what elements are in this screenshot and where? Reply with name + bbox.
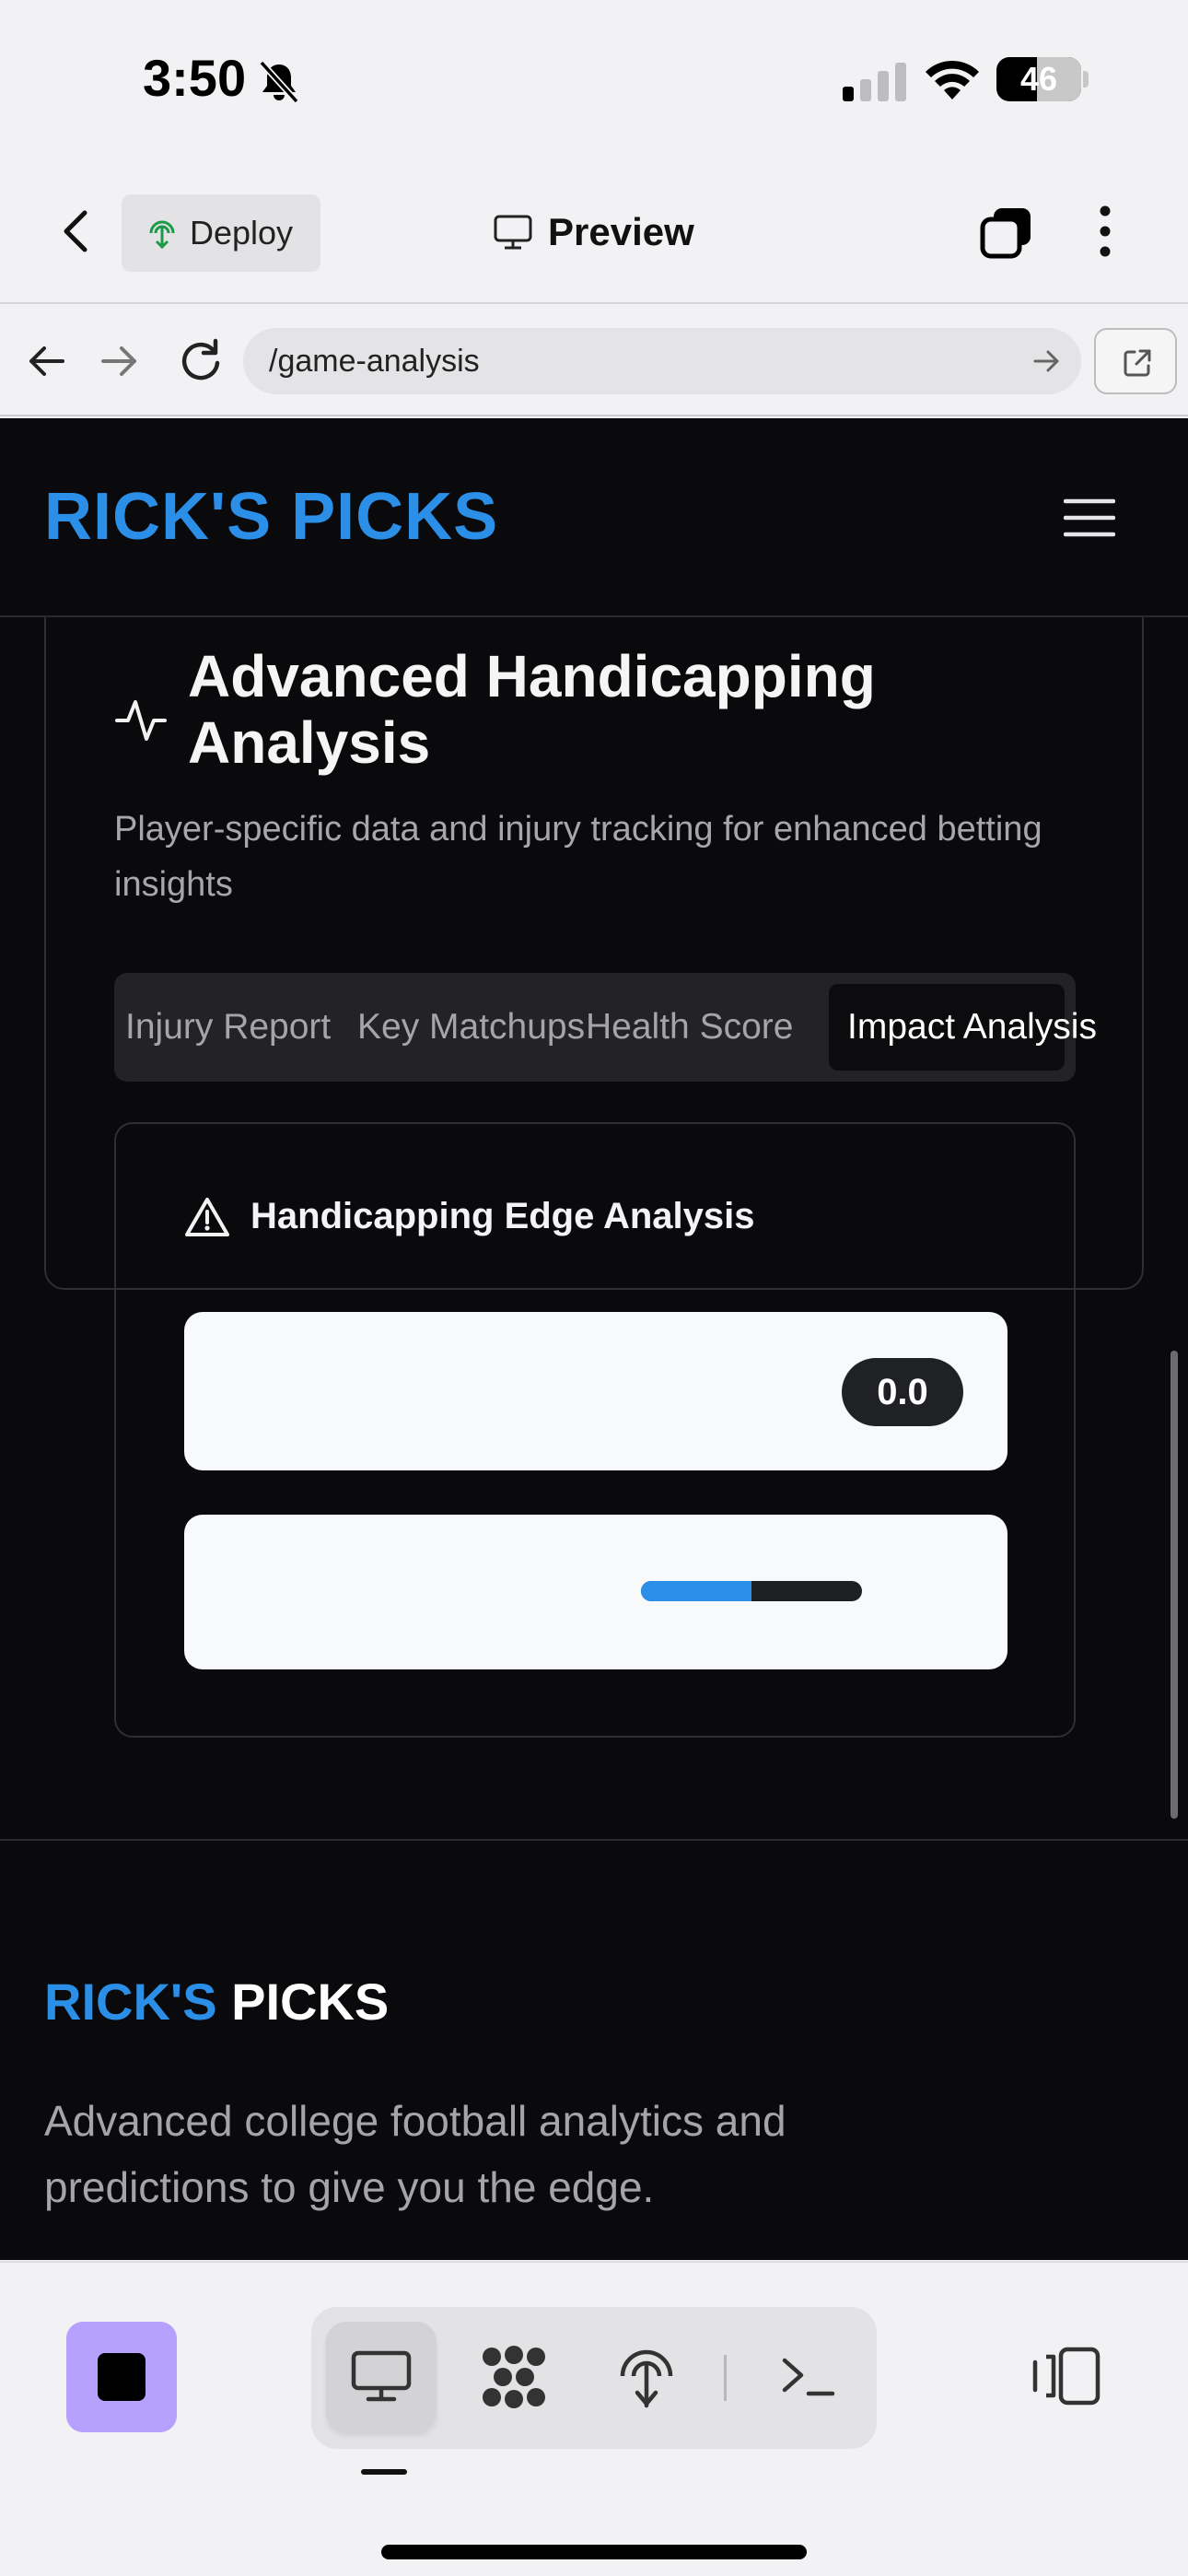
edge-analysis-panel: Handicapping Edge Analysis 0.0: [114, 1122, 1076, 1738]
tool-group: [311, 2307, 877, 2449]
edge-score-row: 0.0: [184, 1312, 1007, 1470]
open-external-button[interactable]: [1094, 328, 1177, 394]
edge-progress-row: [184, 1515, 1007, 1669]
site-logo[interactable]: RICK'S PICKS: [44, 479, 498, 555]
back-chevron-icon[interactable]: [55, 207, 99, 255]
footer-logo: RICK'S PICKS: [44, 1972, 389, 2032]
deploy-label: Deploy: [190, 214, 294, 252]
cluster-icon: [483, 2346, 545, 2408]
app-toolbar: Deploy Preview: [0, 161, 1188, 304]
footer-logo-part2: PICKS: [231, 1973, 390, 2031]
card-description: Player-specific data and injury tracking…: [114, 810, 1042, 904]
tool-separator: [724, 2355, 727, 2401]
url-text: /game-analysis: [269, 344, 480, 379]
edge-score-badge: 0.0: [842, 1358, 963, 1426]
activity-pulse-icon: [115, 700, 167, 741]
site-footer: RICK'S PICKS Advanced college football a…: [0, 1839, 1188, 2260]
monitor-icon: [351, 2350, 412, 2402]
edge-progress-fill: [641, 1581, 751, 1601]
terminal-icon: [782, 2358, 835, 2396]
browser-bar: /game-analysis: [0, 306, 1188, 416]
status-time: 3:50: [143, 49, 247, 107]
deploy-tool-button[interactable]: [591, 2322, 702, 2432]
tabs-icon[interactable]: [979, 205, 1034, 261]
console-tool-button[interactable]: [753, 2322, 864, 2432]
hamburger-menu-icon[interactable]: [1064, 498, 1115, 538]
warning-triangle-icon: [185, 1198, 229, 1236]
tab-health-score[interactable]: Health Score: [586, 973, 793, 1082]
preview-title: Preview: [493, 203, 694, 262]
analysis-tabs: Injury Report Key Matchups Health Score …: [114, 973, 1097, 1082]
active-tool-indicator: [361, 2469, 407, 2475]
agents-tool-button[interactable]: [459, 2322, 569, 2432]
site-header: RICK'S PICKS: [0, 418, 1188, 617]
card-title: Advanced Handicapping Analysis: [188, 643, 876, 776]
footer-description: Advanced college football analytics and …: [44, 2097, 786, 2211]
monitor-icon: [494, 215, 532, 250]
more-options-icon[interactable]: [1087, 202, 1124, 261]
status-bar: 3:50 46: [0, 0, 1188, 161]
url-go-icon[interactable]: [1033, 348, 1061, 374]
stop-button[interactable]: [66, 2322, 177, 2432]
footer-logo-part1: RICK'S: [44, 1973, 217, 2031]
deploy-icon: [149, 220, 175, 250]
webview: RICK'S PICKS Advanced Handicapping Analy…: [0, 418, 1188, 2260]
analysis-card: Advanced Handicapping Analysis Player-sp…: [44, 617, 1144, 1738]
bottom-toolbar: [0, 2261, 1188, 2576]
panel-toggle-icon[interactable]: [1030, 2344, 1103, 2408]
edge-progress-bar: [641, 1581, 862, 1601]
bell-slash-icon: [259, 61, 299, 103]
stop-icon: [98, 2353, 146, 2401]
battery-percent: 46: [1019, 60, 1058, 98]
signal-icon: [843, 63, 906, 101]
deploy-icon: [620, 2349, 673, 2408]
tab-impact-analysis[interactable]: Impact Analysis: [847, 973, 1097, 1082]
tab-injury-report[interactable]: Injury Report: [125, 973, 331, 1082]
deploy-button[interactable]: Deploy: [122, 194, 320, 272]
reload-icon[interactable]: [178, 337, 224, 383]
edge-analysis-title: Handicapping Edge Analysis: [250, 1196, 755, 1236]
nav-forward-icon[interactable]: [99, 341, 140, 381]
home-indicator: [381, 2545, 807, 2559]
preview-tool-button[interactable]: [326, 2322, 437, 2432]
open-external-icon: [1124, 349, 1151, 377]
battery-icon: 46: [996, 57, 1089, 101]
nav-back-icon[interactable]: [26, 341, 66, 381]
preview-label: Preview: [548, 210, 694, 253]
tab-key-matchups[interactable]: Key Matchups: [357, 973, 585, 1082]
scrollbar-thumb[interactable]: [1171, 1351, 1178, 1819]
wifi-icon: [926, 60, 979, 100]
url-field[interactable]: /game-analysis: [243, 328, 1081, 394]
